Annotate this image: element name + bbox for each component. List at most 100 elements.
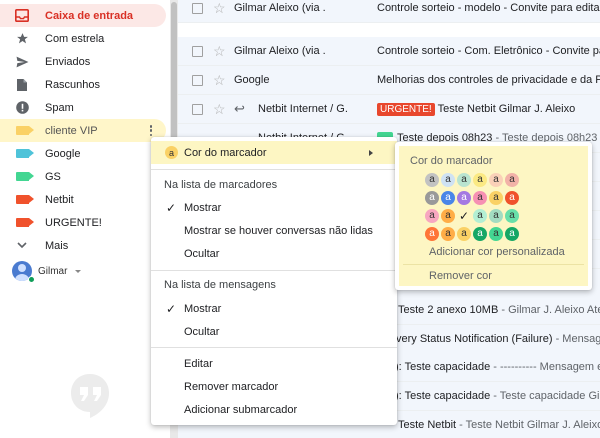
sidebar-item-label: Google [45,147,81,160]
sidebar-item-label: Com estrela [45,32,105,45]
color-swatch[interactable]: a [457,173,471,187]
chevron-down-icon [14,238,30,254]
star-toggle-icon[interactable]: ☆ [213,1,226,15]
divider [151,347,397,348]
sidebar-item-sent[interactable]: Enviados [0,50,166,73]
color-swatch[interactable]: a [425,191,439,205]
select-checkbox[interactable] [192,74,203,86]
color-swatch[interactable]: a [489,191,503,205]
star-toggle-icon[interactable]: ☆ [213,73,226,87]
color-swatch[interactable]: a [473,173,487,187]
reply-icon: ↩ [234,101,245,116]
label-icon [14,146,34,162]
sidebar-item-drafts[interactable]: Rascunhos [0,73,166,96]
menu-item-label: Ocultar [184,247,220,260]
color-swatch[interactable]: a [505,227,519,241]
caret-down-icon[interactable] [75,269,82,273]
menu-item-remove-label[interactable]: Remover marcador [151,375,397,398]
draft-icon [14,77,30,93]
hangouts-user[interactable]: Gilmar [12,261,82,283]
email-sender: Gilmar Aleixo (via . [234,2,326,14]
table-row[interactable]: ☆ Gilmar Aleixo (via . Controle sorteio … [178,37,600,66]
star-toggle-icon[interactable]: ☆ [213,44,226,58]
color-swatch[interactable]: a [473,227,487,241]
sidebar-item-urgente[interactable]: URGENTE! [0,211,166,234]
sidebar-item-starred[interactable]: Com estrela [0,27,166,50]
menu-item-label: Mostrar [184,201,222,214]
sidebar-item-more[interactable]: Mais [0,234,166,257]
select-checkbox[interactable] [192,45,203,57]
select-checkbox[interactable] [192,103,203,115]
color-swatch[interactable]: a [473,191,487,205]
color-swatch[interactable]: a [441,173,455,187]
color-swatch[interactable]: a [489,227,503,241]
email-sender: Google [234,74,270,86]
menu-item-show-in-message-list[interactable]: ✓ Mostrar [151,297,397,320]
remove-color-button[interactable]: Remover cor [429,270,492,282]
sidebar-item-cliente-vip[interactable]: cliente VIP [0,119,166,142]
color-swatch[interactable]: a [425,173,439,187]
menu-item-label: Editar [184,357,213,370]
color-swatch[interactable]: a [489,209,503,223]
select-checkbox[interactable] [192,2,203,14]
color-swatch[interactable]: a [505,191,519,205]
color-swatch[interactable]: a [457,191,471,205]
sidebar-item-label: Netbit [45,193,74,206]
email-subject: very Status Notification (Failure) [396,333,553,345]
add-custom-color-button[interactable]: Adicionar cor personalizada [429,246,565,258]
menu-item-label: Mostrar se houver conversas não lidas [184,224,373,237]
sidebar-item-netbit[interactable]: Netbit [0,188,166,211]
table-row[interactable]: ☆ Google Melhorias dos controles de priv… [178,66,600,95]
color-swatch[interactable]: a [505,173,519,187]
submenu-arrow-icon [369,149,373,156]
sidebar-item-label: Rascunhos [45,78,101,91]
more-options-icon[interactable] [144,123,158,138]
menu-item-show-if-unread[interactable]: Mostrar se houver conversas não lidas [151,219,397,242]
email-snippet: - ---------- Mensagem encam [493,361,600,373]
checkmark-icon: ✓ [166,200,177,215]
color-swatch-selected[interactable]: ✓ [457,209,471,223]
sidebar-item-label: Spam [45,101,74,114]
label-color-submenu: Cor do marcador a a a a a a a a a a a a a a ✓ a a a a a a a a a… [395,142,592,290]
email-subject: Controle sorteio - Com. Eletrônico - Con… [377,45,600,57]
sidebar: Caixa de entrada Com estrela Enviados Ra… [0,0,170,438]
divider [403,264,584,265]
menu-item-label: Mostrar [184,302,222,315]
user-name: Gilmar [38,265,68,277]
sidebar-item-label: GS [45,170,61,183]
color-swatch[interactable]: a [441,227,455,241]
menu-item-hide-in-label-list[interactable]: Ocultar [151,242,397,265]
color-swatch[interactable]: a [441,191,455,205]
spam-icon [14,100,30,116]
sidebar-item-spam[interactable]: Spam [0,96,166,119]
menu-item-label: Adicionar submarcador [184,403,298,416]
checkmark-icon: ✓ [166,301,177,316]
hangouts-logo-icon [71,374,109,418]
color-swatch[interactable]: a [425,227,439,241]
email-snippet: - Mensagem [555,333,600,345]
label-color-swatch: a [165,146,178,159]
sidebar-item-inbox[interactable]: Caixa de entrada [0,4,166,27]
color-swatch[interactable]: a [473,209,487,223]
sidebar-item-gs[interactable]: GS [0,165,166,188]
menu-item-hide-in-message-list[interactable]: Ocultar [151,320,397,343]
table-row[interactable]: ☆ ↩ Netbit Internet / G. URGENTE! Teste N… [178,95,600,124]
inbox-icon [14,8,30,24]
menu-item-label-color[interactable]: a Cor do marcador [151,141,397,164]
sidebar-item-label: Caixa de entrada [45,9,134,22]
label-badge-urgente[interactable]: URGENTE! [377,102,435,116]
email-snippet: - Teste Netbit Gilmar J. Aleixo [459,419,600,431]
color-swatch[interactable]: a [425,209,439,223]
menu-item-add-sublabel[interactable]: Adicionar submarcador [151,398,397,421]
menu-item-show-in-label-list[interactable]: ✓ Mostrar [151,196,397,219]
table-row[interactable]: ☆ Gilmar Aleixo (via . Controle sorteio … [178,0,600,23]
sidebar-item-google[interactable]: Google [0,142,166,165]
label-icon [14,192,34,208]
color-swatch[interactable]: a [489,173,503,187]
menu-item-edit[interactable]: Editar [151,352,397,375]
email-subject: ): Teste capacidade [395,390,491,402]
star-toggle-icon[interactable]: ☆ [213,102,226,116]
color-swatch[interactable]: a [505,209,519,223]
color-swatch[interactable]: a [441,209,455,223]
color-swatch[interactable]: a [457,227,471,241]
